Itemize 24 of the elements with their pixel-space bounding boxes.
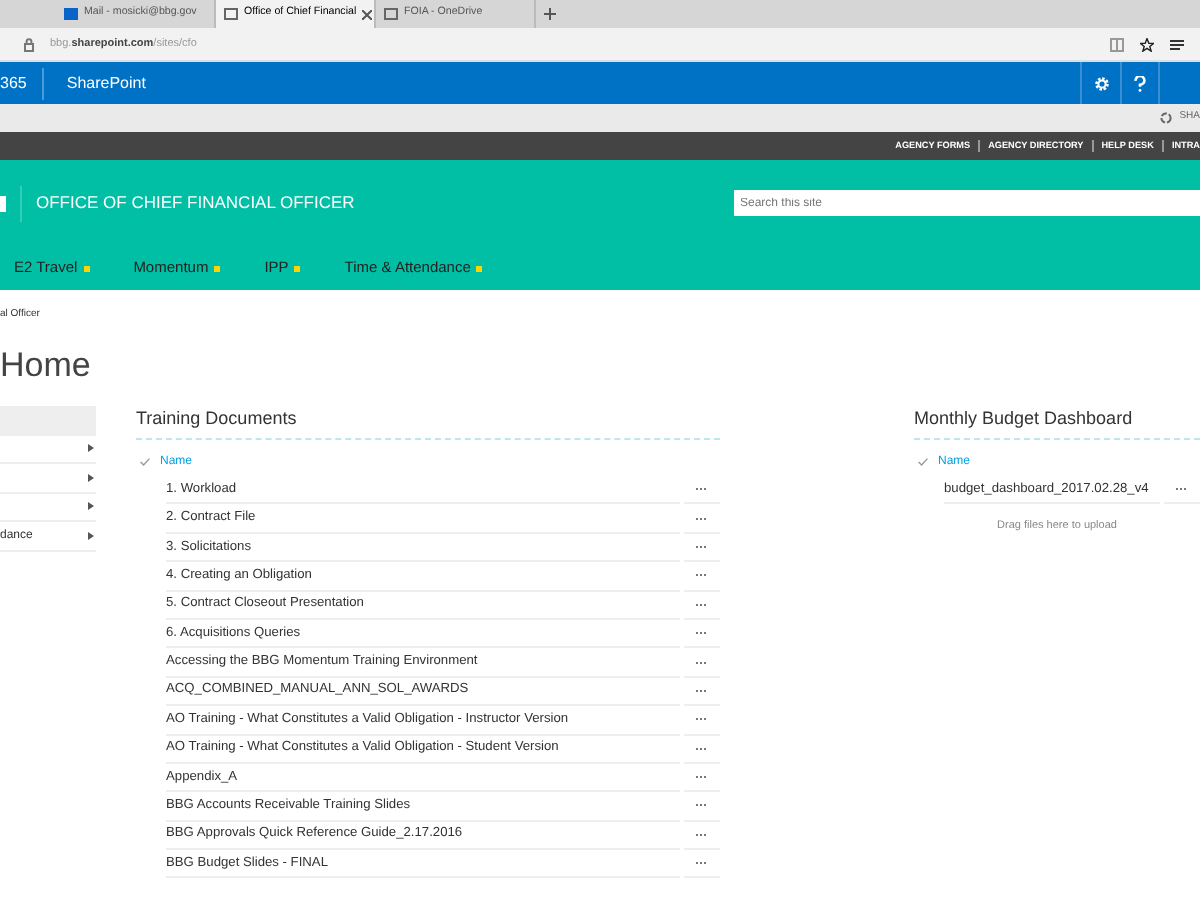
app-launcher-text: 365 (0, 67, 45, 99)
page-icon (224, 8, 238, 20)
page-icon (384, 8, 398, 20)
arrow-icon (88, 532, 94, 541)
dropdown-icon (294, 265, 301, 272)
dropdown-icon (476, 265, 483, 272)
arrow-icon (88, 502, 94, 511)
dropdown-icon (83, 265, 90, 272)
section-title: Monthly Budget Dashboard (914, 405, 1200, 440)
arrow-icon (88, 473, 94, 482)
lock-icon (24, 37, 34, 51)
logo-mark (0, 195, 6, 211)
sync-icon (1159, 112, 1172, 124)
dropdown-icon (214, 265, 221, 272)
star-icon[interactable] (1140, 37, 1154, 51)
arrow-icon (88, 444, 94, 453)
close-icon[interactable] (362, 9, 373, 19)
section-title: Training Documents (136, 405, 720, 440)
page-title: Home (0, 345, 93, 385)
reading-view-icon[interactable] (1110, 37, 1124, 51)
new-tab-icon[interactable] (544, 8, 556, 20)
menu-icon[interactable] (1170, 37, 1184, 51)
app-name[interactable]: SharePoint (44, 71, 146, 95)
mail-icon (64, 8, 78, 20)
